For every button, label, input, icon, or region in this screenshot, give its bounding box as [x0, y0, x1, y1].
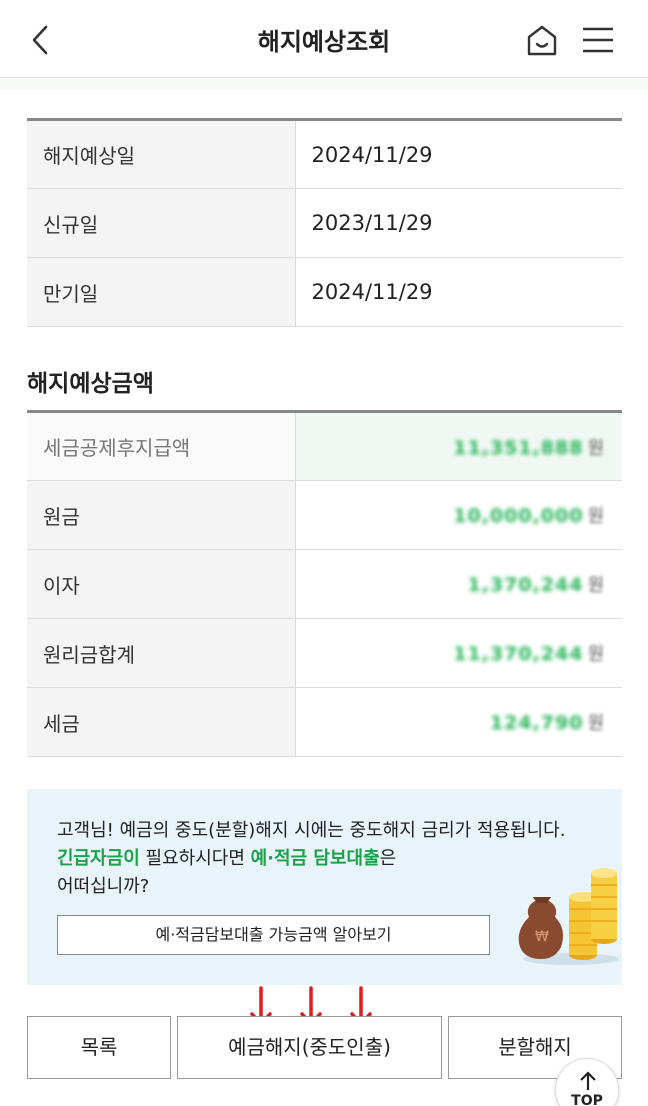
- amount-unit: 원: [587, 506, 604, 527]
- amount-unit: 원: [587, 575, 604, 596]
- section-title: 해지예상금액: [27, 371, 154, 397]
- svg-text:₩: ₩: [535, 929, 549, 945]
- amount-unit: 원: [587, 644, 604, 665]
- header-divider-strip: [0, 79, 648, 89]
- row-label: 세금: [27, 687, 296, 757]
- row-label: 원리금합계: [27, 618, 296, 688]
- date-info-table: 해지예상일 2024/11/29 신규일 2023/11/29 만기일 2024…: [27, 118, 622, 327]
- table-row: 해지예상일 2024/11/29: [27, 119, 622, 189]
- table-row: 원리금합계 11,370,244 원: [27, 618, 622, 688]
- row-value: 2023/11/29: [295, 188, 622, 258]
- row-value: 11,351,888 원: [295, 411, 622, 481]
- table-row: 세금공제후지급액 11,351,888 원: [27, 411, 622, 481]
- row-label: 신규일: [27, 188, 296, 258]
- row-value: 10,000,000 원: [295, 480, 622, 550]
- loan-notice-banner: 고객님! 예금의 중도(분할)해지 시에는 중도해지 금리가 적용됩니다. 긴급…: [27, 789, 622, 985]
- table-row: 신규일 2023/11/29: [27, 188, 622, 258]
- hamburger-menu-icon[interactable]: [578, 20, 618, 60]
- row-value: 11,370,244 원: [295, 618, 622, 688]
- row-value: 2024/11/29: [295, 257, 622, 327]
- row-value: 1,370,244 원: [295, 549, 622, 619]
- home-icon[interactable]: [522, 20, 562, 60]
- list-button[interactable]: 목록: [27, 1016, 171, 1079]
- loan-availability-link-button[interactable]: 예·적금담보대출 가능금액 알아보기: [57, 915, 490, 955]
- table-row: 만기일 2024/11/29: [27, 257, 622, 327]
- notice-highlight: 예·적금 담보대출: [250, 848, 380, 869]
- amount-unit: 원: [587, 713, 604, 734]
- row-value: 124,790 원: [295, 687, 622, 757]
- amount-value: 11,351,888: [453, 436, 584, 459]
- notice-text-segment: 필요하시다면: [139, 848, 251, 869]
- row-label: 세금공제후지급액: [27, 411, 296, 481]
- money-bag-coins-icon: ₩: [511, 867, 621, 967]
- amount-value: 11,370,244: [453, 643, 584, 665]
- notice-line: 고객님! 예금의 중도(분할)해지 시에는 중도해지 금리가 적용됩니다.: [57, 820, 566, 841]
- table-row: 세금 124,790 원: [27, 687, 622, 757]
- amount-value: 10,000,000: [453, 505, 584, 527]
- row-label: 원금: [27, 480, 296, 550]
- notice-highlight: 긴급자금이: [57, 848, 140, 869]
- app-header: 해지예상조회: [0, 0, 648, 78]
- amount-table: 세금공제후지급액 11,351,888 원 원금 10,000,000 원 이자 1…: [27, 410, 622, 757]
- amount-unit: 원: [587, 437, 604, 459]
- row-value: 2024/11/29: [295, 119, 622, 189]
- notice-text-segment: 은: [379, 848, 397, 869]
- amount-value: 124,790: [489, 712, 584, 734]
- row-label: 이자: [27, 549, 296, 619]
- cancel-deposit-button[interactable]: 예금해지(중도인출): [177, 1016, 442, 1079]
- row-label: 만기일: [27, 257, 296, 327]
- amount-value: 1,370,244: [467, 574, 584, 596]
- table-row: 이자 1,370,244 원: [27, 549, 622, 619]
- table-row: 원금 10,000,000 원: [27, 480, 622, 550]
- top-label: TOP: [571, 1093, 603, 1106]
- row-label: 해지예상일: [27, 119, 296, 189]
- arrow-up-icon: [580, 1071, 596, 1090]
